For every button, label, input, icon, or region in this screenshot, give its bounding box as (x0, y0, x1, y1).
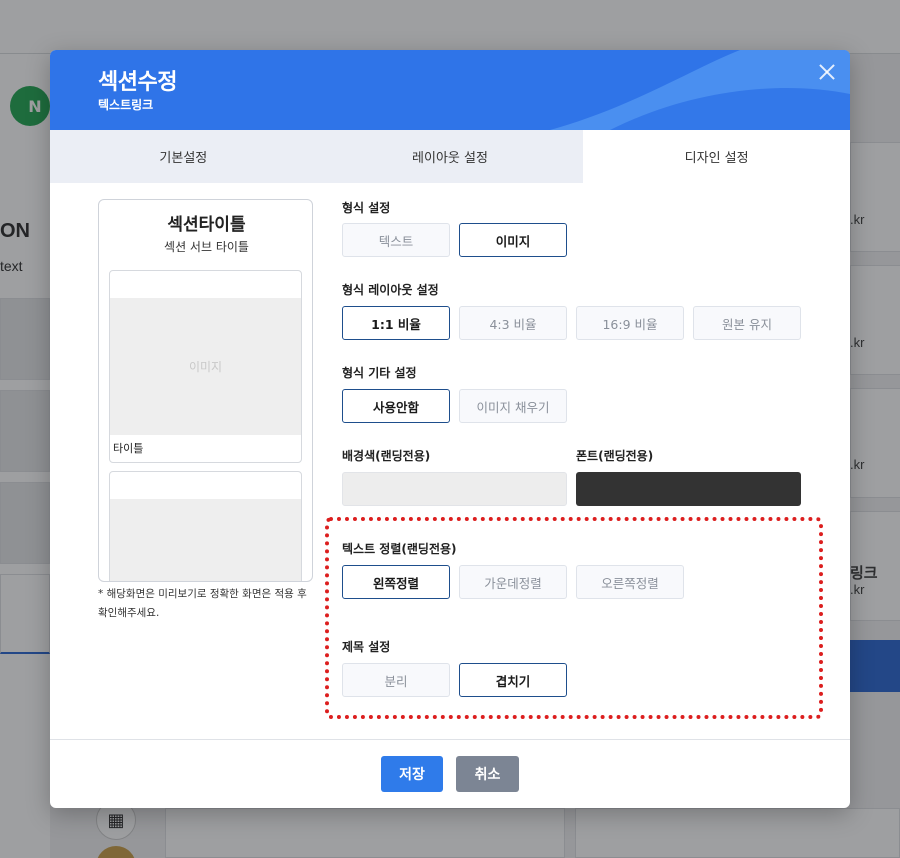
preview-section-subtitle: 섹션 서브 타이틀 (164, 240, 249, 254)
layout-option-4-3[interactable]: 4:3 비율 (459, 306, 567, 340)
header-wave-decoration (550, 50, 850, 130)
design-preview: 섹션타이틀 섹션 서브 타이틀 이미지 타이틀 이미지 (98, 199, 313, 582)
layout-option-16-9[interactable]: 16:9 비율 (576, 306, 684, 340)
layout-option-original[interactable]: 원본 유지 (693, 306, 801, 340)
format-setting-label: 형식 설정 (342, 201, 391, 215)
layout-option-1-1[interactable]: 1:1 비율 (342, 306, 450, 340)
modal-tabs: 기본설정 레이아웃 설정 디자인 설정 (50, 130, 850, 183)
modal-header: 섹션수정 텍스트링크 (50, 50, 850, 130)
bg-color-picker[interactable] (342, 472, 567, 506)
modal-title: 섹션수정 (98, 70, 177, 95)
footer-divider (50, 739, 850, 740)
title-option-overlap[interactable]: 겹치기 (459, 663, 567, 697)
text-align-label: 텍스트 정렬(랜딩전용) (342, 542, 457, 556)
modal-subtitle: 텍스트링크 (98, 98, 154, 112)
save-button[interactable]: 저장 (381, 756, 443, 792)
tab-layout-settings[interactable]: 레이아웃 설정 (317, 130, 584, 183)
format-layout-label: 형식 레이아웃 설정 (342, 283, 439, 297)
font-color-label: 폰트(랜딩전용) (576, 449, 654, 463)
preview-image-placeholder: 이미지 (110, 298, 301, 435)
format-option-image[interactable]: 이미지 (459, 223, 567, 257)
tab-basic-settings[interactable]: 기본설정 (50, 130, 317, 183)
tab-design-settings[interactable]: 디자인 설정 (583, 130, 850, 183)
align-option-left[interactable]: 왼쪽정렬 (342, 565, 450, 599)
close-icon[interactable] (818, 63, 836, 81)
align-option-right[interactable]: 오른쪽정렬 (576, 565, 684, 599)
title-option-separate[interactable]: 분리 (342, 663, 450, 697)
etc-option-image-fill[interactable]: 이미지 채우기 (459, 389, 567, 423)
preview-card: 이미지 타이틀 (109, 270, 302, 463)
preview-image-placeholder: 이미지 (110, 499, 301, 581)
bg-color-label: 배경색(랜딩전용) (342, 449, 431, 463)
preview-section-title: 섹션타이틀 (167, 215, 246, 235)
format-etc-label: 형식 기타 설정 (342, 366, 417, 380)
preview-card: 이미지 (109, 471, 302, 581)
preview-note: * 해당화면은 미리보기로 정확한 화면은 적용 후 확인해주세요. (98, 588, 307, 619)
format-option-text[interactable]: 텍스트 (342, 223, 450, 257)
align-option-center[interactable]: 가운데정렬 (459, 565, 567, 599)
etc-option-none[interactable]: 사용안함 (342, 389, 450, 423)
cancel-button[interactable]: 취소 (456, 756, 519, 792)
font-color-picker[interactable] (576, 472, 801, 506)
preview-card-title: 타이틀 (113, 442, 144, 455)
section-edit-modal: 섹션수정 텍스트링크 기본설정 레이아웃 설정 디자인 설정 섹션타이틀 섹션 … (50, 50, 850, 808)
title-setting-label: 제목 설정 (342, 640, 391, 654)
